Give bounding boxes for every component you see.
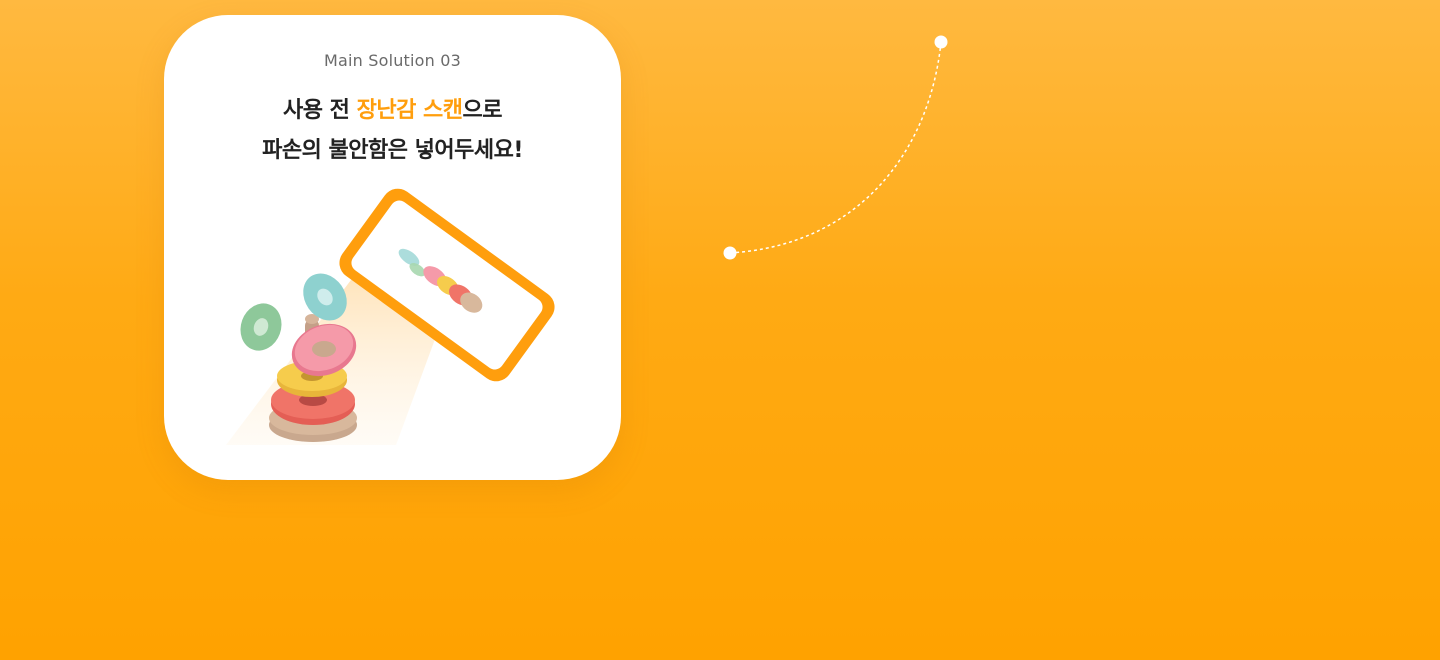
connector-dot-end <box>723 246 737 260</box>
solution-card: Main Solution 03 사용 전 장난감 스캔으로 파손의 불안함은 … <box>164 15 621 480</box>
connector-path <box>729 41 942 254</box>
scan-illustration <box>226 188 555 445</box>
connector-dot-start <box>934 35 948 49</box>
